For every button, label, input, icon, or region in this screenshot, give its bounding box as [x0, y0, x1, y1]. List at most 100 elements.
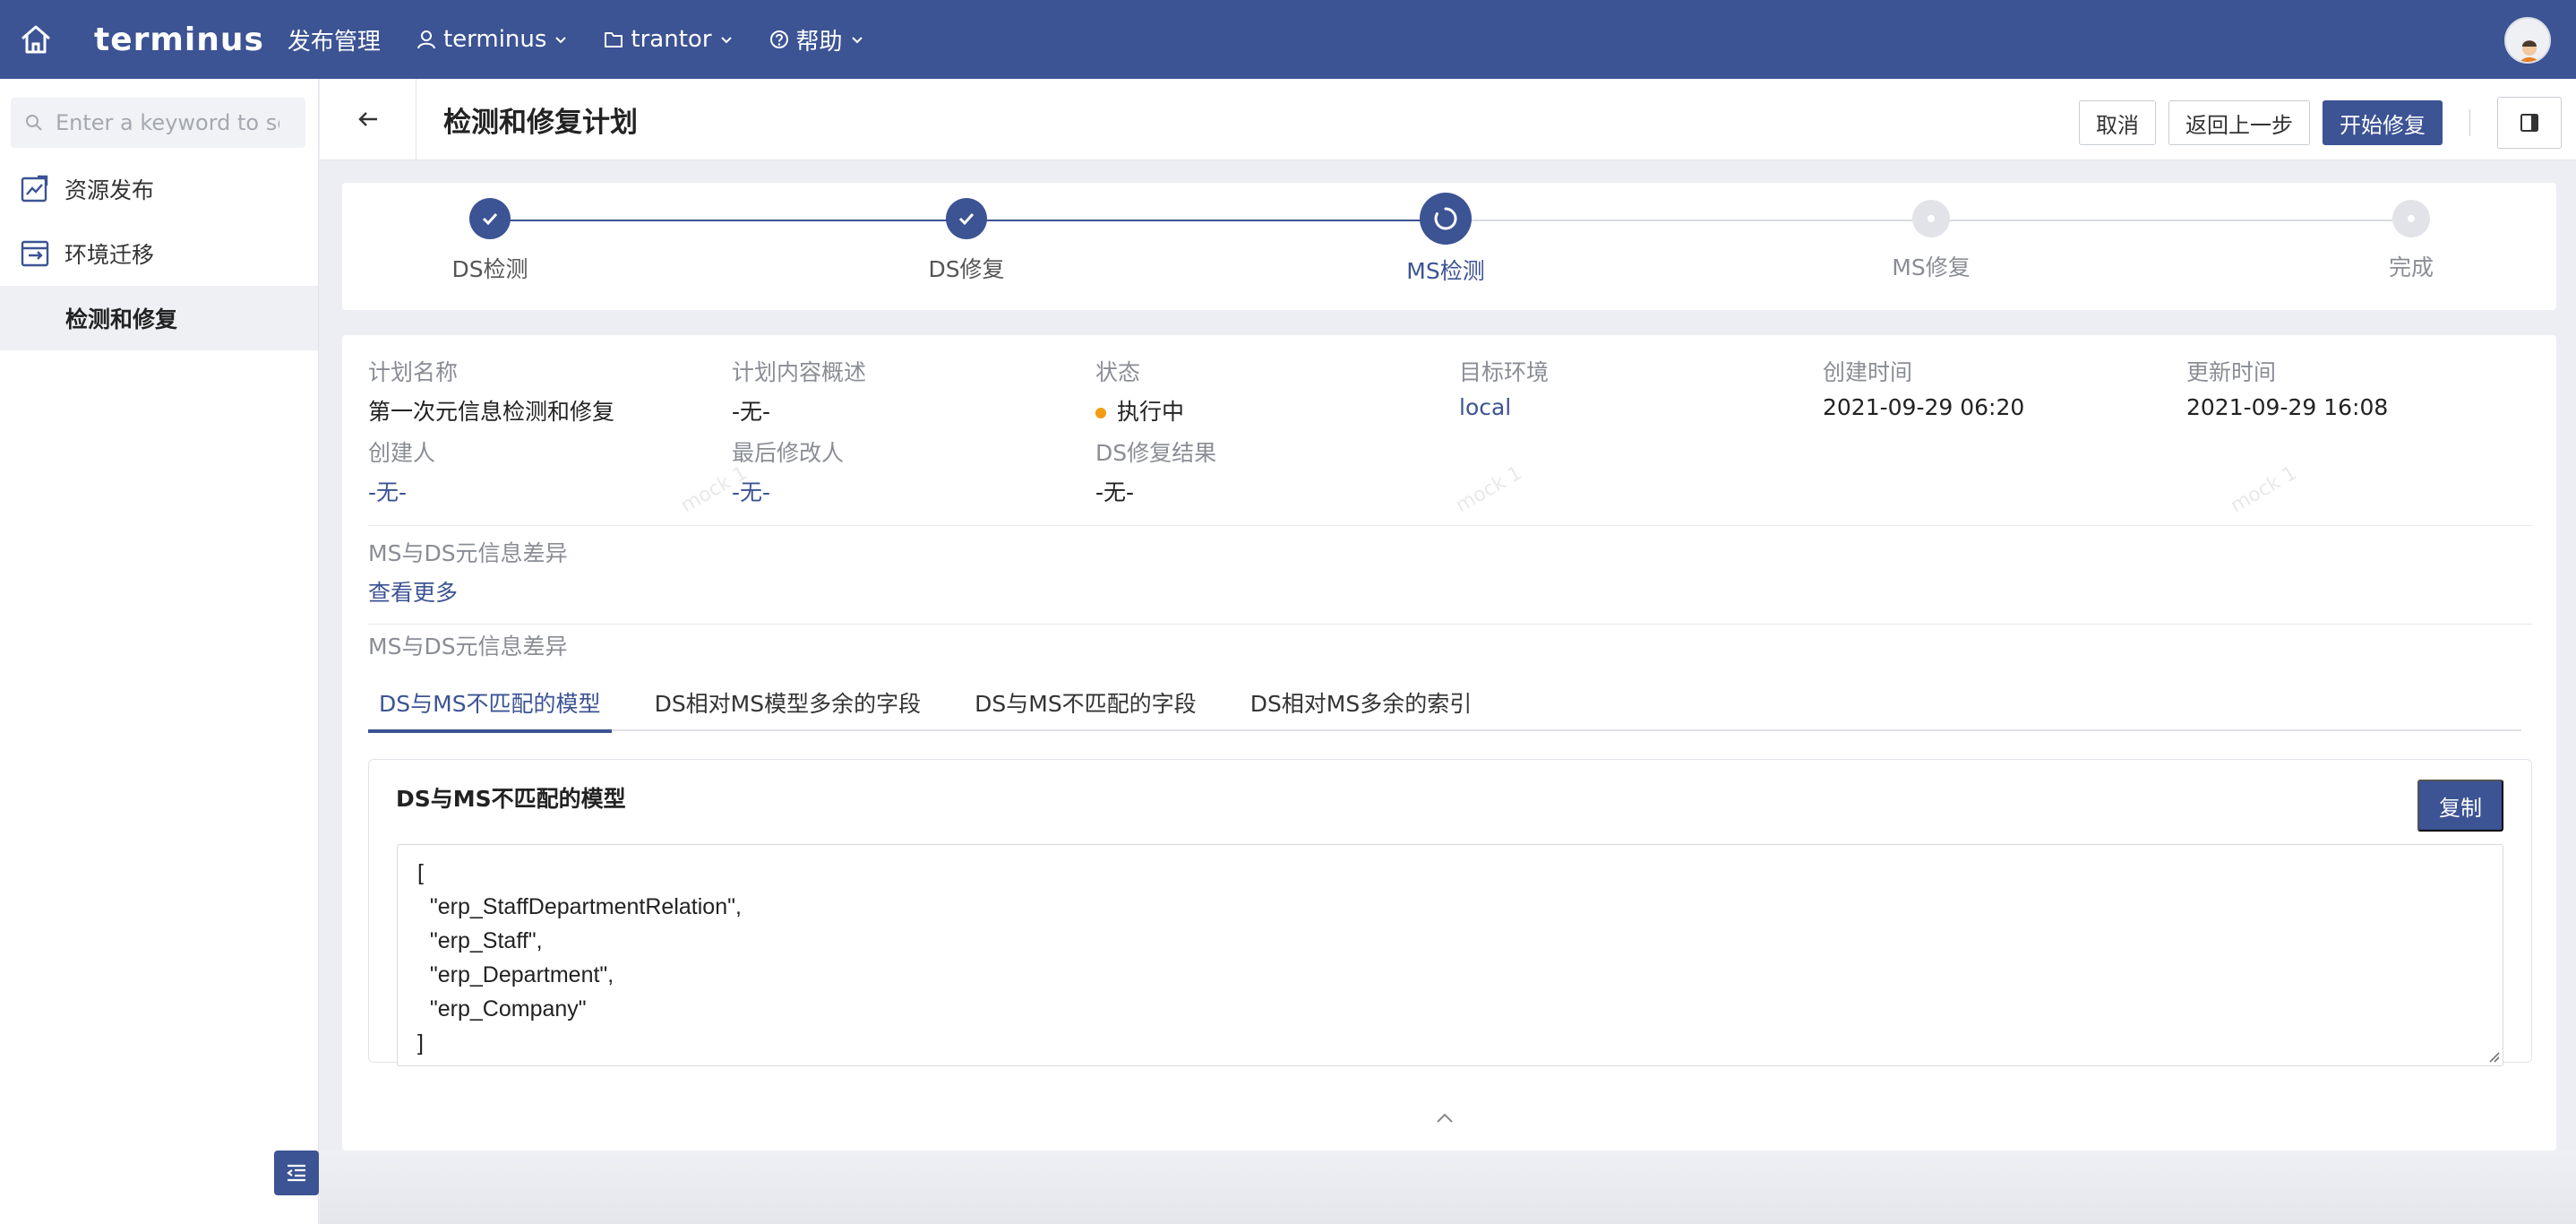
step-label: MS修复 — [1892, 254, 1971, 280]
sidebar-item-label: 资源发布 — [64, 177, 155, 203]
code-line: [ — [417, 860, 424, 885]
status-badge: 执行中 — [1095, 394, 1454, 427]
step-ds-check: DS检测 — [400, 183, 580, 284]
info-label: 计划内容概述 — [732, 359, 867, 385]
chevron-down-icon — [555, 37, 567, 44]
sidebar: 资源发布 环境迁移 检测和修复 — [0, 79, 319, 1224]
mismatched-models-panel: DS与MS不匹配的模型 复制 [ "erp_StaffDepartmentRel… — [368, 759, 2532, 1066]
prev-step-button[interactable]: 返回上一步 — [2168, 100, 2310, 145]
info-value: -无- — [1095, 479, 1135, 505]
diff-tabs: DS与MS不匹配的模型 DS相对MS模型多余的字段 DS与MS不匹配的字段 DS… — [368, 674, 2521, 733]
info-value: -无- — [732, 399, 771, 425]
target-env-link[interactable]: local — [1459, 394, 1817, 420]
info-label: 目标环境 — [1459, 359, 1550, 385]
plan-detail-card: mock 1 mock 1 mock 1 mock 1 mock 1 mock … — [342, 335, 2556, 1151]
help-menu-label: 帮助 — [795, 28, 843, 56]
check-icon — [469, 198, 511, 239]
help-circle-icon — [769, 30, 788, 48]
steps-progress: DS检测 DS修复 MS检测 MS修复 完成 — [342, 183, 2556, 310]
page-footer-area — [320, 1151, 2576, 1224]
step-label: 完成 — [2388, 254, 2434, 280]
pending-dot-icon — [1912, 200, 1950, 237]
panel-title: DS与MS不匹配的模型 — [396, 786, 626, 812]
tab-mismatched-models[interactable]: DS与MS不匹配的模型 — [368, 674, 612, 733]
brand-logo[interactable]: terminus — [94, 22, 264, 58]
sidebar-item-env-migrate[interactable]: 环境迁移 — [0, 221, 318, 286]
models-json-textarea[interactable]: [ "erp_StaffDepartmentRelation", "erp_St… — [397, 844, 2503, 1066]
resize-handle-icon[interactable] — [2486, 1049, 2501, 1064]
info-ds-result: DS修复结果 -无- — [1095, 435, 1454, 507]
sidebar-search[interactable] — [11, 98, 305, 148]
project-menu[interactable]: trantor — [604, 26, 733, 53]
collapse-icon — [287, 1164, 305, 1182]
divider — [2469, 109, 2470, 136]
info-label: 状态 — [1095, 359, 1141, 385]
watermark: mock 1 — [2227, 461, 2301, 518]
code-line: "erp_Department", — [417, 962, 614, 987]
loading-icon — [1420, 193, 1472, 245]
migrate-icon — [21, 240, 49, 267]
code-line: "erp_Company" — [417, 996, 587, 1021]
tab-extra-model-fields[interactable]: DS相对MS模型多余的字段 — [644, 674, 932, 731]
info-modifier: 最后修改人 -无- — [732, 435, 1090, 507]
tab-extra-indexes[interactable]: DS相对MS多余的索引 — [1240, 674, 1483, 731]
diff-section-label: MS与DS元信息差异 — [368, 634, 568, 659]
sidebar-item-check-repair[interactable]: 检测和修复 — [0, 286, 318, 350]
step-ds-repair: DS修复 — [877, 183, 1056, 284]
search-icon — [26, 115, 42, 131]
start-repair-button[interactable]: 开始修复 — [2323, 100, 2443, 145]
tab-mismatched-fields[interactable]: DS与MS不匹配的字段 — [964, 674, 1207, 731]
view-more-link[interactable]: 查看更多 — [368, 575, 726, 608]
info-created-time: 创建时间 2021-09-29 06:20 — [1823, 355, 2181, 420]
cancel-button[interactable]: 取消 — [2079, 100, 2156, 145]
step-label: DS检测 — [451, 256, 528, 282]
user-menu[interactable]: terminus — [416, 26, 568, 53]
help-menu[interactable]: 帮助 — [769, 23, 864, 56]
watermark: mock 1 — [1452, 461, 1526, 518]
page-title: 检测和修复计划 — [443, 106, 638, 139]
back-button[interactable] — [320, 78, 416, 160]
divider — [368, 624, 2532, 625]
product-title[interactable]: 发布管理 — [288, 23, 381, 56]
step-label: MS检测 — [1406, 258, 1485, 284]
info-target-env: 目标环境 local — [1459, 355, 1817, 420]
info-updated-time: 更新时间 2021-09-29 16:08 — [2186, 355, 2545, 420]
user-menu-label: terminus — [442, 26, 547, 53]
status-text: 执行中 — [1117, 399, 1185, 425]
info-label: MS与DS元信息差异 — [368, 540, 568, 566]
info-label: 更新时间 — [2186, 359, 2277, 385]
info-label: 计划名称 — [368, 359, 459, 385]
pending-dot-icon — [2392, 200, 2430, 237]
page-header: 检测和修复计划 取消 返回上一步 开始修复 — [320, 78, 2576, 160]
search-input[interactable] — [56, 110, 279, 135]
folder-icon — [605, 32, 623, 47]
copy-button[interactable]: 复制 — [2417, 780, 2503, 832]
modifier-link[interactable]: -无- — [732, 475, 1090, 507]
info-creator: 创建人 -无- — [368, 435, 726, 507]
sidebar-item-resource-publish[interactable]: 资源发布 — [0, 157, 318, 221]
info-label: DS修复结果 — [1095, 440, 1217, 466]
info-label: 最后修改人 — [732, 440, 845, 466]
creator-link[interactable]: -无- — [368, 475, 726, 507]
collapse-sidebar-button[interactable] — [274, 1151, 319, 1195]
project-menu-label: trantor — [631, 26, 712, 53]
chevron-up-icon[interactable] — [1434, 1111, 1455, 1125]
user-icon — [416, 30, 435, 49]
info-value: 2021-09-29 06:20 — [1823, 394, 2025, 420]
info-diff: MS与DS元信息差异 查看更多 — [368, 536, 726, 608]
status-dot-icon — [1095, 408, 1106, 418]
side-panel-icon — [2520, 114, 2538, 132]
publish-icon — [21, 175, 48, 203]
divider — [368, 525, 2532, 526]
toggle-panel-button[interactable] — [2497, 97, 2562, 149]
info-summary: 计划内容概述 -无- — [732, 355, 1090, 427]
info-plan-name: 计划名称 第一次元信息检测和修复 — [368, 355, 726, 427]
home-icon[interactable] — [0, 0, 72, 79]
info-value: 第一次元信息检测和修复 — [368, 399, 615, 425]
avatar[interactable] — [2504, 17, 2551, 64]
code-line: "erp_Staff", — [417, 928, 543, 953]
step-ms-repair: MS修复 — [1842, 183, 2021, 282]
code-line: "erp_StaffDepartmentRelation", — [417, 894, 742, 919]
arrow-left-icon — [357, 112, 377, 126]
sidebar-item-label: 环境迁移 — [64, 242, 155, 268]
